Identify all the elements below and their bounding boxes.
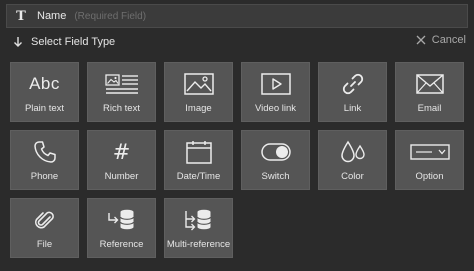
image-icon (183, 73, 214, 95)
name-field[interactable]: T Name (Required Field) (6, 4, 468, 28)
field-type-grid: Abc Plain text Rich text Image Video lin… (10, 62, 464, 258)
field-type-option[interactable]: Option (395, 130, 464, 190)
header-title: Select Field Type (31, 36, 116, 48)
rich-text-icon (104, 74, 138, 94)
reference-icon (107, 209, 134, 230)
hash-icon: # (112, 139, 131, 164)
field-type-label: Link (343, 103, 362, 114)
paperclip-icon (34, 211, 54, 229)
field-type-label: Option (415, 171, 444, 182)
field-type-file[interactable]: File (10, 198, 79, 258)
toggle-icon (260, 143, 291, 161)
field-type-label: File (36, 239, 53, 250)
field-type-label: Switch (261, 171, 290, 182)
field-type-label: Number (104, 171, 139, 182)
field-type-phone[interactable]: Phone (10, 130, 79, 190)
text-type-icon: T (16, 8, 26, 24)
field-type-label: Email (417, 103, 442, 114)
field-type-label: Rich text (103, 103, 140, 114)
field-type-video-link[interactable]: Video link (241, 62, 310, 122)
droplets-icon (340, 140, 365, 163)
field-type-panel: T Name (Required Field) Select Field Typ… (0, 0, 474, 271)
arrow-down-icon (14, 37, 22, 47)
field-type-label: Multi-reference (166, 239, 231, 250)
field-type-label: Video link (254, 103, 297, 114)
field-type-date-time[interactable]: Date/Time (164, 130, 233, 190)
field-type-rich-text[interactable]: Rich text (87, 62, 156, 122)
field-type-reference[interactable]: Reference (87, 198, 156, 258)
select-field-type-header: Select Field Type Cancel (0, 32, 474, 52)
field-type-label: Reference (99, 239, 144, 250)
field-type-label: Image (185, 103, 212, 114)
field-type-multi-reference[interactable]: Multi-reference (164, 198, 233, 258)
cancel-label: Cancel (431, 34, 466, 46)
phone-icon (33, 141, 56, 163)
multi-reference-icon (184, 209, 211, 231)
cancel-button[interactable]: Cancel (416, 34, 466, 46)
field-type-link[interactable]: Link (318, 62, 387, 122)
field-type-image[interactable]: Image (164, 62, 233, 122)
link-icon (342, 73, 363, 95)
field-type-switch[interactable]: Switch (241, 130, 310, 190)
field-type-label: Date/Time (176, 171, 221, 182)
envelope-icon (415, 74, 444, 94)
name-field-hint: (Required Field) (74, 10, 147, 22)
field-type-label: Color (341, 171, 364, 182)
close-icon (416, 35, 426, 45)
video-icon (260, 73, 291, 95)
field-type-number[interactable]: # Number (87, 130, 156, 190)
name-field-label: Name (37, 10, 67, 22)
field-type-label: Plain text (24, 103, 65, 114)
field-type-color[interactable]: Color (318, 130, 387, 190)
calendar-icon (185, 141, 212, 164)
field-type-plain-text[interactable]: Abc Plain text (10, 62, 79, 122)
dropdown-icon (409, 144, 450, 160)
field-type-email[interactable]: Email (395, 62, 464, 122)
field-type-label: Phone (30, 171, 59, 182)
abc-icon: Abc (29, 74, 60, 93)
